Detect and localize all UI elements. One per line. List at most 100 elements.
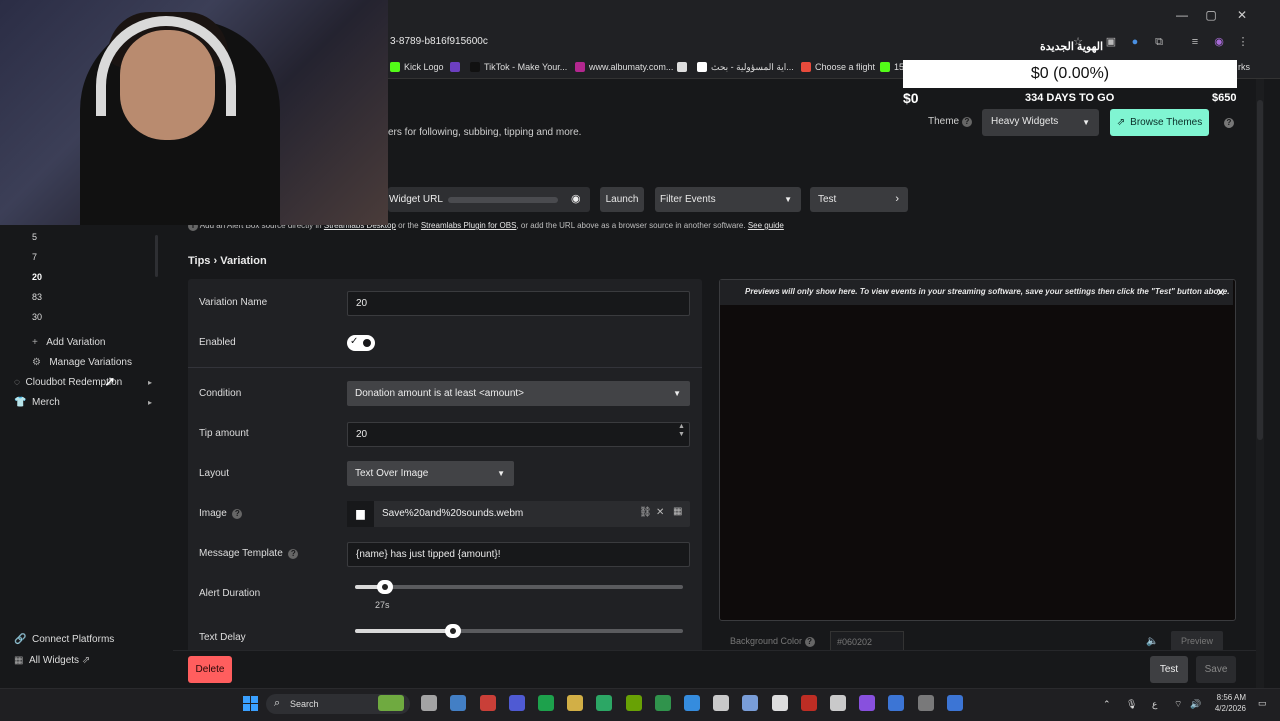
delete-button[interactable]: Delete — [188, 656, 232, 683]
nvidia-icon[interactable] — [625, 695, 642, 711]
variation-name-input[interactable]: 20 — [347, 291, 690, 316]
condition-select[interactable]: Donation amount is at least <amount> ▼ — [347, 381, 690, 406]
star-icon[interactable]: ☆ — [1071, 35, 1085, 49]
wifi-icon[interactable]: ⌔ — [1174, 699, 1182, 710]
chrome-icon[interactable] — [888, 695, 905, 711]
clock-date[interactable]: 4/2/2026 — [1208, 704, 1246, 713]
variation-item[interactable]: 20 — [32, 272, 42, 282]
test-button[interactable]: Test — [1150, 656, 1188, 683]
variation-item[interactable]: 7 — [32, 252, 37, 262]
puzzle-icon[interactable]: ⧉ — [1152, 35, 1166, 49]
bookmark-item[interactable]: 15 — [880, 60, 904, 74]
play-icon[interactable] — [654, 695, 671, 711]
url-text[interactable]: 3-8789-b816f915600c — [390, 36, 488, 47]
breadcrumb-parent[interactable]: Tips — [188, 255, 210, 267]
enabled-toggle[interactable]: ✓ — [347, 335, 375, 351]
help-icon[interactable]: ? — [1224, 116, 1234, 128]
microphone-icon[interactable]: 🎙 — [1126, 699, 1137, 710]
message-template-input[interactable]: {name} has just tipped {amount}! — [347, 542, 690, 567]
close-icon[interactable]: ✕ — [656, 507, 664, 518]
discord-icon[interactable] — [508, 695, 525, 711]
chevron-up-icon[interactable]: ⌃ — [1103, 699, 1111, 710]
g-icon[interactable] — [713, 695, 730, 711]
test-label: Test — [818, 194, 837, 205]
browse-themes-button[interactable]: ⇗ Browse Themes — [1110, 109, 1209, 136]
variation-item[interactable]: 5 — [32, 232, 37, 242]
hint-text: or the — [398, 221, 419, 230]
bookmark-item[interactable] — [677, 60, 691, 74]
filter-events-select[interactable]: Filter Events ▼ — [655, 187, 801, 212]
camera-icon[interactable] — [421, 695, 438, 711]
sidebar-item-merch[interactable]: 👕 Merch — [14, 397, 60, 408]
language-indicator[interactable]: ع — [1152, 699, 1157, 710]
link-icon[interactable]: ⛓ — [639, 507, 652, 518]
notification-icon[interactable]: ▭ — [1258, 698, 1267, 709]
grid-icon[interactable]: ▦ — [673, 506, 682, 517]
background-color-input[interactable]: #060202 — [830, 631, 904, 651]
message-template-label: Message Template ? — [199, 548, 299, 559]
game-icon[interactable] — [378, 695, 404, 711]
menu-icon[interactable]: ⋮ — [1236, 35, 1250, 49]
scrollbar-thumb[interactable] — [1257, 100, 1263, 440]
close-icon[interactable]: ✕ — [1216, 286, 1225, 299]
theme-select[interactable]: Heavy Widgets ▼ — [982, 109, 1099, 136]
chrome-icon[interactable] — [479, 695, 496, 711]
image-file-field[interactable]: ▆ Save%20and%20sounds.webm ⛓ ✕ ▦ — [347, 501, 690, 527]
widget-url-field[interactable]: Widget URL ◉ — [388, 187, 590, 212]
extension-blue-icon[interactable]: ● — [1128, 35, 1142, 49]
alert-duration-slider[interactable] — [355, 580, 683, 594]
clock-time[interactable]: 8:56 AM — [1214, 693, 1246, 702]
bookmark-item[interactable] — [450, 60, 464, 74]
text-delay-slider[interactable] — [355, 624, 683, 638]
app-icon[interactable] — [771, 695, 788, 711]
file-icon[interactable]: ▆ — [347, 501, 374, 527]
volume-icon[interactable]: 🔈 — [1146, 636, 1158, 647]
bookmark-item[interactable]: Kick Logo — [390, 60, 444, 74]
xbox-icon[interactable] — [596, 695, 613, 711]
bookmark-item[interactable]: TikTok - Make Your... — [470, 60, 567, 74]
bookmark-overflow[interactable]: rks — [1238, 60, 1250, 74]
settings-icon[interactable] — [917, 695, 934, 711]
capcut-icon[interactable] — [830, 695, 846, 711]
slider-thumb[interactable] — [445, 624, 462, 638]
avatar[interactable]: ◉ — [1212, 35, 1226, 49]
steam-icon[interactable] — [450, 695, 467, 711]
cloudbot-icon: ◌ — [14, 377, 20, 388]
bookmark-item[interactable]: Choose a flight — [801, 60, 875, 74]
add-variation-button[interactable]: + Add Variation — [32, 337, 105, 348]
windows-start-icon[interactable] — [243, 696, 258, 711]
test-dropdown-button[interactable]: Test › — [810, 187, 908, 212]
bookmark-favicon-icon — [450, 62, 460, 72]
sidebar-scrollbar[interactable] — [155, 235, 158, 277]
variation-item[interactable]: 83 — [32, 292, 42, 302]
red-app-icon[interactable] — [800, 695, 817, 711]
slider-thumb[interactable] — [376, 580, 393, 594]
media-icon[interactable]: ≡ — [1188, 35, 1202, 49]
speaker-icon[interactable]: 🔊 — [1190, 699, 1201, 710]
manage-variations-button[interactable]: ⚙ Manage Variations — [32, 357, 132, 368]
minimize-icon[interactable]: — — [1172, 6, 1192, 24]
save-button[interactable]: Save — [1196, 656, 1236, 683]
close-window-icon[interactable]: ✕ — [1232, 6, 1252, 24]
sidebar-item-connect-platforms[interactable]: 🔗 Connect Platforms — [14, 634, 114, 645]
sidebar-item-all-widgets[interactable]: ▦ All Widgets ⇗ — [14, 655, 90, 666]
extension-icon[interactable]: ▣ — [1104, 35, 1118, 49]
number-stepper-icon[interactable]: ▲ ▼ — [678, 423, 685, 439]
after-effects-icon[interactable] — [859, 695, 876, 711]
layout-select[interactable]: Text Over Image ▼ — [347, 461, 514, 486]
variation-item[interactable]: 30 — [32, 312, 42, 322]
store-icon[interactable] — [684, 695, 700, 711]
tip-amount-input[interactable]: 20 — [347, 422, 690, 447]
spotify-icon[interactable] — [538, 695, 554, 711]
bookmark-item[interactable]: www.albumaty.com... — [575, 60, 673, 74]
folder-icon[interactable] — [567, 695, 584, 711]
preview-button[interactable]: Preview — [1171, 631, 1223, 651]
see-guide-link[interactable]: See guide — [748, 221, 784, 230]
eye-icon[interactable]: ◉ — [571, 192, 581, 205]
obs-plugin-link[interactable]: Streamlabs Plugin for OBS — [421, 221, 517, 230]
chrome-active-icon[interactable] — [946, 695, 963, 711]
clipboard-icon[interactable] — [742, 695, 759, 711]
maximize-icon[interactable]: ▢ — [1201, 6, 1221, 24]
bookmark-item[interactable]: اية المسؤولية - بحث... — [697, 60, 794, 74]
launch-button[interactable]: Launch — [600, 187, 644, 212]
